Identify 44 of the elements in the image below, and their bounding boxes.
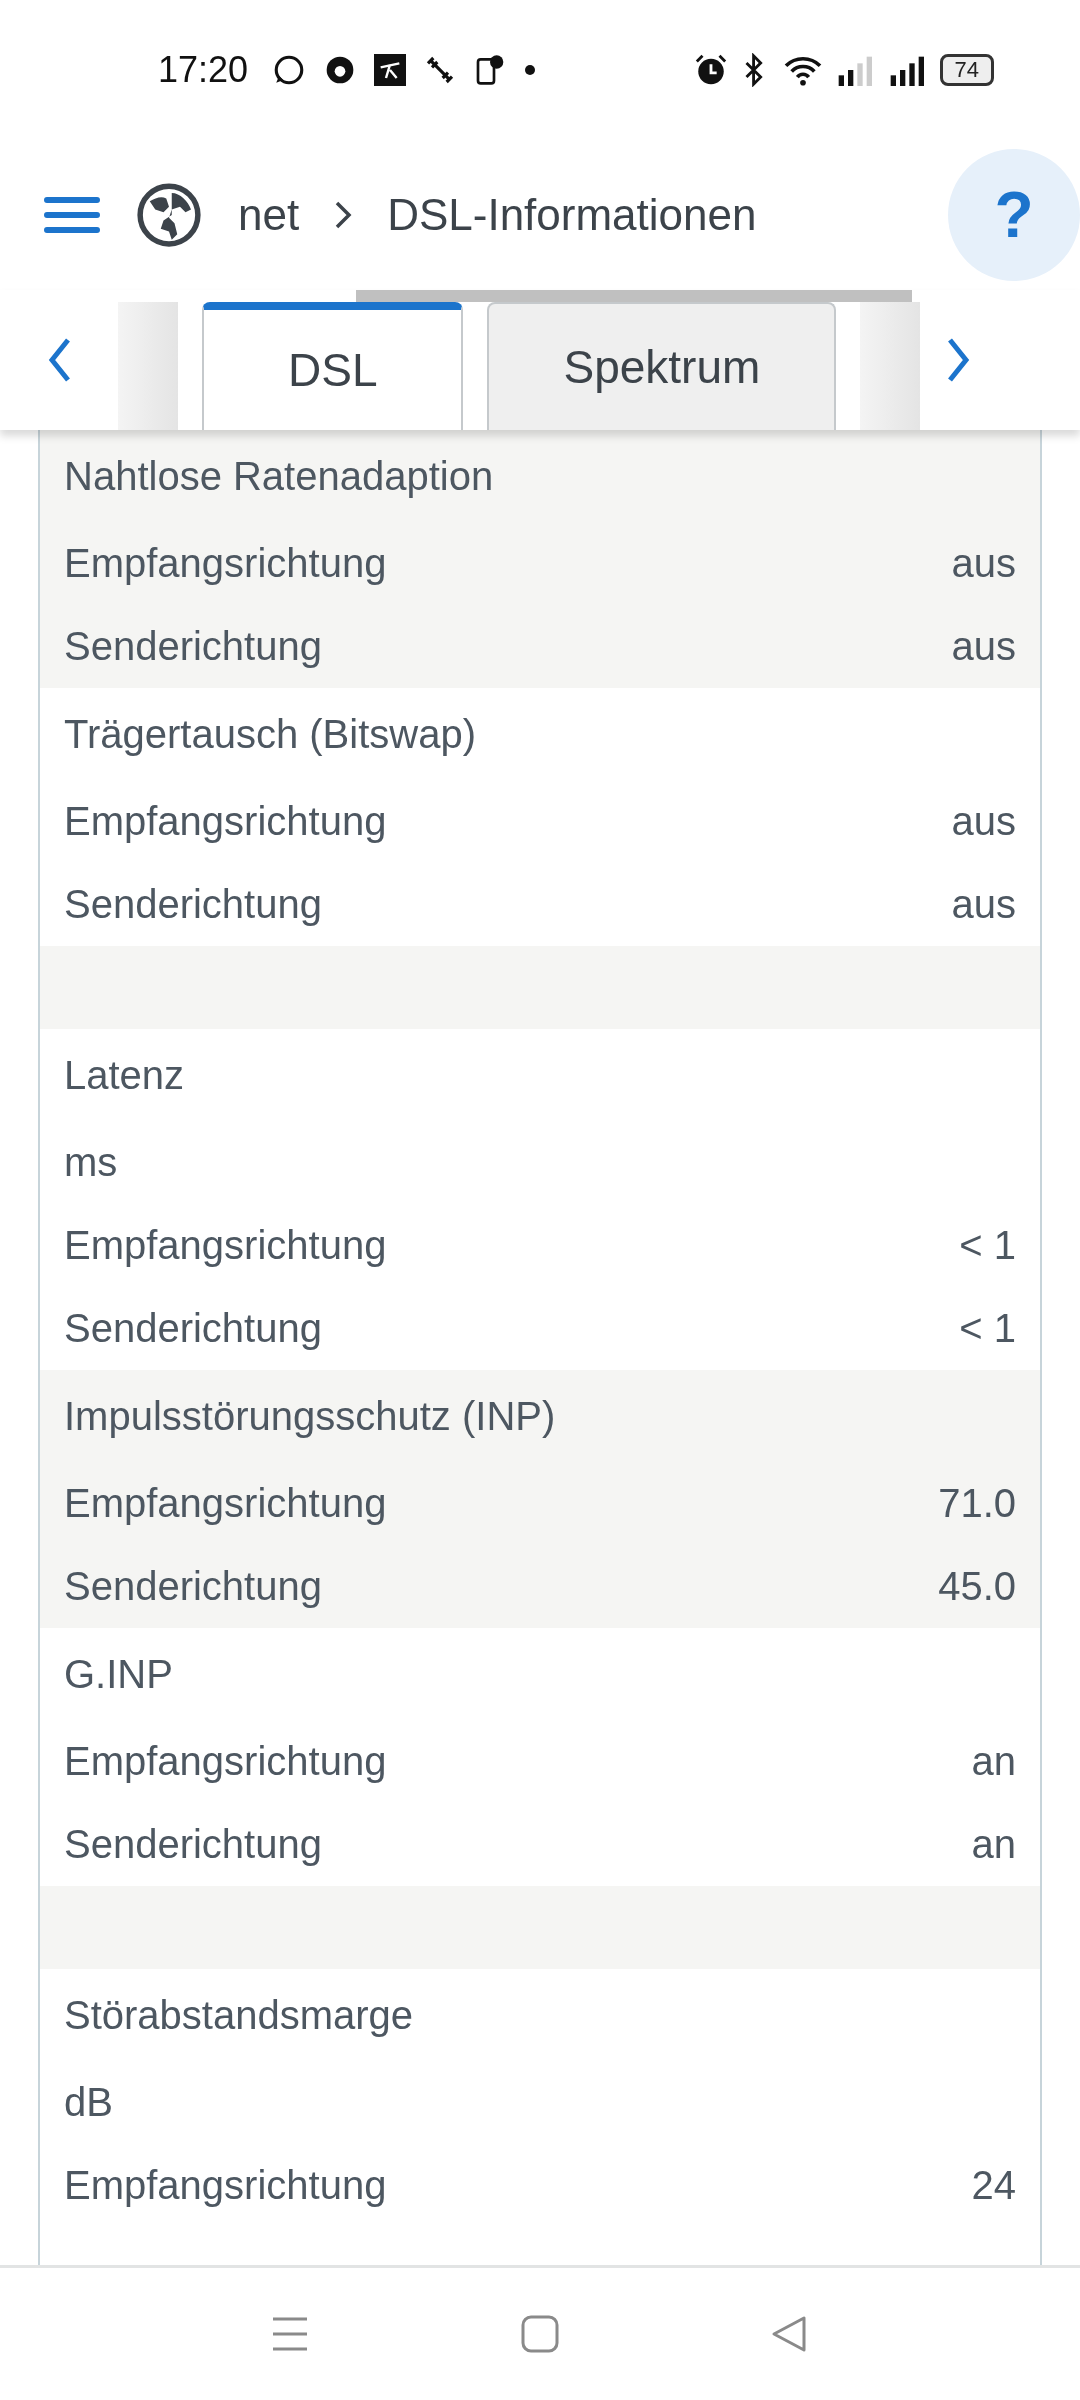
- menu-icon[interactable]: [44, 195, 100, 235]
- row-value: < 1: [959, 1223, 1016, 1268]
- alarm-icon: [693, 53, 728, 87]
- row-label: Senderichtung: [64, 624, 322, 669]
- row-label: Empfangsrichtung: [64, 541, 387, 586]
- row-value: aus: [951, 541, 1016, 586]
- breadcrumb-item[interactable]: net: [238, 190, 300, 240]
- unit-label: ms: [64, 1140, 118, 1185]
- row-value: an: [971, 1822, 1016, 1867]
- row-label: Senderichtung: [64, 1564, 322, 1609]
- chevron-right-icon: [333, 199, 354, 231]
- unit-label: dB: [64, 2080, 113, 2125]
- section-title: Störabstandsmarge: [64, 1991, 415, 2039]
- row-value: aus: [951, 799, 1016, 844]
- row-label: Empfangsrichtung: [64, 2163, 387, 2208]
- row-value: aus: [951, 882, 1016, 927]
- row-value: 24: [971, 2163, 1016, 2208]
- row-value: 71.0: [938, 1481, 1016, 1526]
- battery-level: 74: [939, 54, 994, 86]
- back-icon[interactable]: [771, 2315, 809, 2353]
- help-button[interactable]: ?: [948, 149, 1080, 281]
- tab[interactable]: Spektrum: [487, 302, 837, 430]
- row-label: Senderichtung: [64, 1822, 322, 1867]
- row-value: an: [971, 1739, 1016, 1784]
- row-label: Empfangsrichtung: [64, 1481, 387, 1526]
- tab[interactable]: DSL: [202, 302, 464, 430]
- row-label: Empfangsrichtung: [64, 1223, 387, 1268]
- row-value: < 1: [959, 1306, 1016, 1351]
- section-title: Trägertausch (Bitswap): [64, 710, 477, 758]
- section-title: Nahtlose Ratenadaption: [64, 452, 495, 500]
- breadcrumb-item[interactable]: DSL-Informationen: [387, 190, 757, 240]
- row-value: aus: [951, 624, 1016, 669]
- row-label: Empfangsrichtung: [64, 1739, 387, 1784]
- section-title: Latenz: [64, 1051, 186, 1099]
- status-time: 17:20: [158, 49, 249, 91]
- row-label: Senderichtung: [64, 882, 322, 927]
- section-title: G.INP: [64, 1650, 174, 1698]
- dot-icon: [524, 64, 537, 76]
- section-title: Impulsstörungsschutz (INP): [64, 1392, 557, 1440]
- recents-icon[interactable]: [271, 2316, 309, 2352]
- home-icon[interactable]: [521, 2315, 559, 2353]
- row-label: Senderichtung: [64, 1306, 322, 1351]
- row-label: Empfangsrichtung: [64, 799, 387, 844]
- row-value: 45.0: [938, 1564, 1016, 1609]
